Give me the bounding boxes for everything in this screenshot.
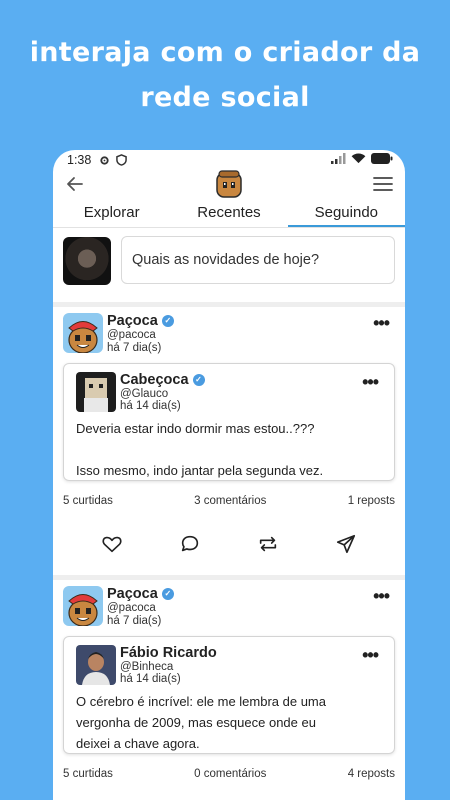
battery-icon — [371, 153, 393, 167]
share-send-icon[interactable] — [335, 533, 357, 555]
more-options-icon[interactable]: ••• — [362, 646, 379, 664]
headline-line-1: interaja com o criador da — [29, 37, 421, 68]
post-handle: @pacoca — [107, 329, 156, 341]
repost-icon[interactable] — [257, 533, 279, 555]
composer: Quais as novidades de hoje? — [53, 228, 405, 302]
fabio-avatar[interactable] — [76, 645, 116, 685]
tab-recentes[interactable]: Recentes — [170, 202, 287, 227]
tab-seguindo[interactable]: Seguindo — [287, 202, 405, 227]
post-card: Paçoca ✓ @pacoca há 7 dia(s) ••• Cabeçoc… — [53, 307, 405, 575]
quote-time: há 14 dia(s) — [120, 400, 181, 412]
more-options-icon[interactable]: ••• — [373, 314, 390, 332]
quote-author[interactable]: Cabeçoca ✓ — [120, 372, 205, 388]
shield-status-icon — [116, 154, 128, 166]
settings-status-icon — [99, 155, 110, 166]
post-author-name: Paçoca — [107, 586, 158, 602]
composer-input[interactable]: Quais as novidades de hoje? — [121, 236, 395, 284]
status-time: 1:38 — [67, 153, 92, 167]
post-time: há 7 dia(s) — [107, 615, 162, 627]
app-bar — [53, 170, 405, 202]
quote-text: O cérebro é incrível: ele me lembra de u… — [76, 694, 326, 751]
post-author[interactable]: Paçoca ✓ — [107, 586, 174, 602]
quote-handle: @Glauco — [120, 388, 169, 400]
verified-icon: ✓ — [161, 315, 174, 327]
tab-explorar[interactable]: Explorar — [53, 202, 170, 227]
reposts-count[interactable]: 1 reposts — [348, 495, 395, 507]
quote-handle: @Binheca — [120, 661, 174, 673]
hamburger-menu-icon[interactable] — [373, 176, 393, 192]
post-author-name: Paçoca — [107, 313, 158, 329]
signal-icon — [331, 153, 346, 167]
comments-count[interactable]: 0 comentários — [194, 768, 266, 780]
post-time: há 7 dia(s) — [107, 342, 162, 354]
verified-icon: ✓ — [161, 588, 174, 600]
promo-headline: interaja com o criador da rede social — [0, 30, 450, 120]
pacoca-avatar[interactable] — [63, 586, 103, 626]
post-stats: 5 curtidas 3 comentários 1 reposts — [63, 495, 395, 507]
feed: Quais as novidades de hoje? Paçoca ✓ @pa… — [53, 228, 405, 800]
comments-count[interactable]: 3 comentários — [194, 495, 266, 507]
quote-author-name: Cabeçoca — [120, 372, 189, 388]
quote-time: há 14 dia(s) — [120, 673, 181, 685]
likes-count[interactable]: 5 curtidas — [63, 768, 113, 780]
verified-icon: ✓ — [192, 374, 205, 386]
phone-screen: 1:38 Explorar Recentes Seguindo Quais as… — [53, 150, 405, 800]
app-logo[interactable] — [216, 170, 242, 198]
comment-icon[interactable] — [179, 533, 201, 555]
post-stats: 5 curtidas 0 comentários 4 reposts — [63, 768, 395, 780]
likes-count[interactable]: 5 curtidas — [63, 495, 113, 507]
post-card: Paçoca ✓ @pacoca há 7 dia(s) ••• Fábio R… — [53, 580, 405, 800]
reposts-count[interactable]: 4 reposts — [348, 768, 395, 780]
quoted-post[interactable]: Cabeçoca ✓ @Glauco há 14 dia(s) ••• Deve… — [63, 363, 395, 481]
quote-author[interactable]: Fábio Ricardo — [120, 645, 217, 661]
wifi-icon — [351, 153, 366, 167]
quote-text: Deveria estar indo dormir mas estou..???… — [76, 421, 324, 478]
post-author[interactable]: Paçoca ✓ — [107, 313, 174, 329]
heart-icon[interactable] — [101, 533, 123, 555]
feed-tabs: Explorar Recentes Seguindo — [53, 202, 405, 228]
pacoca-avatar[interactable] — [63, 313, 103, 353]
cabecoca-avatar[interactable] — [76, 372, 116, 412]
quote-author-name: Fábio Ricardo — [120, 645, 217, 661]
headline-line-2: rede social — [140, 82, 310, 113]
quoted-post[interactable]: Fábio Ricardo @Binheca há 14 dia(s) ••• … — [63, 636, 395, 754]
user-avatar[interactable] — [63, 237, 111, 285]
status-bar: 1:38 — [53, 150, 405, 170]
more-options-icon[interactable]: ••• — [373, 587, 390, 605]
post-actions — [53, 533, 405, 555]
back-arrow-icon[interactable] — [65, 174, 87, 196]
more-options-icon[interactable]: ••• — [362, 373, 379, 391]
post-handle: @pacoca — [107, 602, 156, 614]
